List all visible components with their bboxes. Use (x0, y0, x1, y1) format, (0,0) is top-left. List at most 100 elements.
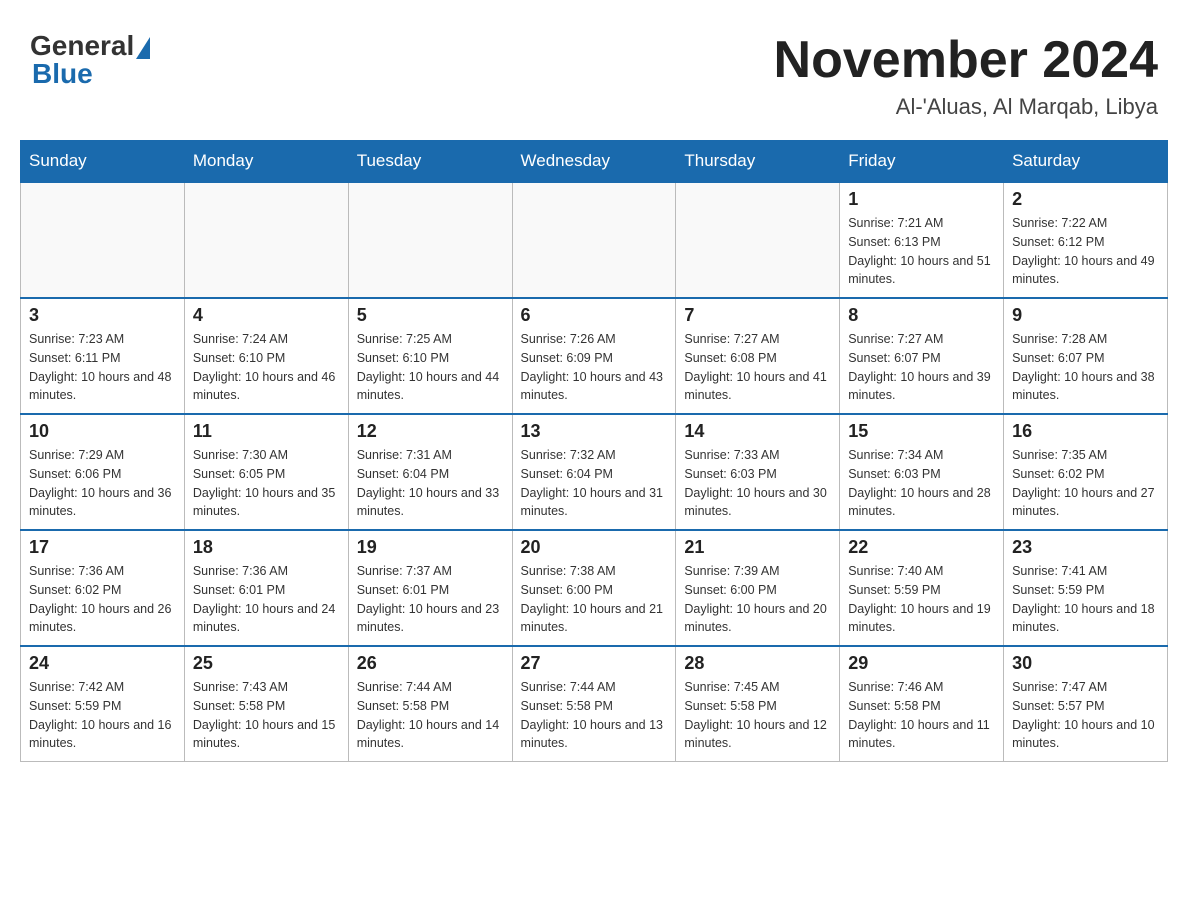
day-info: Sunrise: 7:27 AM Sunset: 6:07 PM Dayligh… (848, 330, 995, 405)
day-number: 4 (193, 305, 340, 326)
calendar-cell: 26 Sunrise: 7:44 AM Sunset: 5:58 PM Dayli… (348, 646, 512, 762)
calendar-cell: 12 Sunrise: 7:31 AM Sunset: 6:04 PM Dayli… (348, 414, 512, 530)
weekday-header-row: SundayMondayTuesdayWednesdayThursdayFrid… (21, 141, 1168, 183)
week-row-1: 1Sunrise: 7:21 AM Sunset: 6:13 PM Daylig… (21, 182, 1168, 298)
day-number: 10 (29, 421, 176, 442)
day-number: 15 (848, 421, 995, 442)
logo-blue-text: Blue (32, 58, 93, 90)
day-number: 11 (193, 421, 340, 442)
day-number: 13 (521, 421, 668, 442)
month-title: November 2024 (774, 30, 1158, 90)
day-number: 14 (684, 421, 831, 442)
day-info: Sunrise: 7:44 AM Sunset: 5:58 PM Dayligh… (357, 678, 504, 753)
calendar-cell: 30 Sunrise: 7:47 AM Sunset: 5:57 PM Dayli… (1004, 646, 1168, 762)
day-info: Sunrise: 7:47 AM Sunset: 5:57 PM Dayligh… (1012, 678, 1159, 753)
calendar-cell: 6 Sunrise: 7:26 AM Sunset: 6:09 PM Daylig… (512, 298, 676, 414)
weekday-header-saturday: Saturday (1004, 141, 1168, 183)
day-info: Sunrise: 7:21 AM Sunset: 6:13 PM Dayligh… (848, 214, 995, 289)
calendar-table: SundayMondayTuesdayWednesdayThursdayFrid… (20, 140, 1168, 762)
calendar-cell: 16Sunrise: 7:35 AM Sunset: 6:02 PM Dayli… (1004, 414, 1168, 530)
title-block: November 2024 Al-'Aluas, Al Marqab, Liby… (774, 30, 1158, 120)
day-info: Sunrise: 7:36 AM Sunset: 6:01 PM Dayligh… (193, 562, 340, 637)
weekday-header-sunday: Sunday (21, 141, 185, 183)
calendar-cell: 18 Sunrise: 7:36 AM Sunset: 6:01 PM Dayli… (184, 530, 348, 646)
calendar-cell: 19 Sunrise: 7:37 AM Sunset: 6:01 PM Dayli… (348, 530, 512, 646)
calendar-cell: 8 Sunrise: 7:27 AM Sunset: 6:07 PM Daylig… (840, 298, 1004, 414)
day-number: 24 (29, 653, 176, 674)
calendar-cell (348, 182, 512, 298)
day-info: Sunrise: 7:36 AM Sunset: 6:02 PM Dayligh… (29, 562, 176, 637)
day-number: 30 (1012, 653, 1159, 674)
day-info: Sunrise: 7:31 AM Sunset: 6:04 PM Dayligh… (357, 446, 504, 521)
calendar-cell (676, 182, 840, 298)
day-info: Sunrise: 7:29 AM Sunset: 6:06 PM Dayligh… (29, 446, 176, 521)
day-info: Sunrise: 7:32 AM Sunset: 6:04 PM Dayligh… (521, 446, 668, 521)
day-number: 23 (1012, 537, 1159, 558)
page-header: General Blue November 2024 Al-'Aluas, Al… (20, 20, 1168, 120)
day-number: 5 (357, 305, 504, 326)
calendar-cell: 27 Sunrise: 7:44 AM Sunset: 5:58 PM Dayli… (512, 646, 676, 762)
calendar-cell: 13 Sunrise: 7:32 AM Sunset: 6:04 PM Dayli… (512, 414, 676, 530)
day-info: Sunrise: 7:23 AM Sunset: 6:11 PM Dayligh… (29, 330, 176, 405)
day-info: Sunrise: 7:34 AM Sunset: 6:03 PM Dayligh… (848, 446, 995, 521)
day-number: 18 (193, 537, 340, 558)
weekday-header-wednesday: Wednesday (512, 141, 676, 183)
day-number: 25 (193, 653, 340, 674)
day-info: Sunrise: 7:28 AM Sunset: 6:07 PM Dayligh… (1012, 330, 1159, 405)
calendar-cell: 11 Sunrise: 7:30 AM Sunset: 6:05 PM Dayli… (184, 414, 348, 530)
day-info: Sunrise: 7:22 AM Sunset: 6:12 PM Dayligh… (1012, 214, 1159, 289)
day-info: Sunrise: 7:40 AM Sunset: 5:59 PM Dayligh… (848, 562, 995, 637)
calendar-cell: 1Sunrise: 7:21 AM Sunset: 6:13 PM Daylig… (840, 182, 1004, 298)
day-info: Sunrise: 7:26 AM Sunset: 6:09 PM Dayligh… (521, 330, 668, 405)
day-info: Sunrise: 7:37 AM Sunset: 6:01 PM Dayligh… (357, 562, 504, 637)
day-number: 27 (521, 653, 668, 674)
day-info: Sunrise: 7:43 AM Sunset: 5:58 PM Dayligh… (193, 678, 340, 753)
week-row-4: 17Sunrise: 7:36 AM Sunset: 6:02 PM Dayli… (21, 530, 1168, 646)
day-info: Sunrise: 7:27 AM Sunset: 6:08 PM Dayligh… (684, 330, 831, 405)
calendar-cell: 5 Sunrise: 7:25 AM Sunset: 6:10 PM Daylig… (348, 298, 512, 414)
calendar-cell: 3 Sunrise: 7:23 AM Sunset: 6:11 PM Daylig… (21, 298, 185, 414)
calendar-cell: 23 Sunrise: 7:41 AM Sunset: 5:59 PM Dayli… (1004, 530, 1168, 646)
location-title: Al-'Aluas, Al Marqab, Libya (774, 94, 1158, 120)
week-row-3: 10 Sunrise: 7:29 AM Sunset: 6:06 PM Dayli… (21, 414, 1168, 530)
week-row-2: 3 Sunrise: 7:23 AM Sunset: 6:11 PM Daylig… (21, 298, 1168, 414)
day-info: Sunrise: 7:46 AM Sunset: 5:58 PM Dayligh… (848, 678, 995, 753)
logo: General Blue (30, 30, 150, 90)
day-number: 19 (357, 537, 504, 558)
week-row-5: 24 Sunrise: 7:42 AM Sunset: 5:59 PM Dayli… (21, 646, 1168, 762)
day-info: Sunrise: 7:39 AM Sunset: 6:00 PM Dayligh… (684, 562, 831, 637)
day-number: 22 (848, 537, 995, 558)
calendar-cell: 25 Sunrise: 7:43 AM Sunset: 5:58 PM Dayli… (184, 646, 348, 762)
weekday-header-tuesday: Tuesday (348, 141, 512, 183)
calendar-cell: 7 Sunrise: 7:27 AM Sunset: 6:08 PM Daylig… (676, 298, 840, 414)
day-info: Sunrise: 7:38 AM Sunset: 6:00 PM Dayligh… (521, 562, 668, 637)
calendar-cell: 4Sunrise: 7:24 AM Sunset: 6:10 PM Daylig… (184, 298, 348, 414)
calendar-cell: 24 Sunrise: 7:42 AM Sunset: 5:59 PM Dayli… (21, 646, 185, 762)
day-info: Sunrise: 7:45 AM Sunset: 5:58 PM Dayligh… (684, 678, 831, 753)
calendar-cell (184, 182, 348, 298)
day-number: 28 (684, 653, 831, 674)
day-info: Sunrise: 7:41 AM Sunset: 5:59 PM Dayligh… (1012, 562, 1159, 637)
day-number: 26 (357, 653, 504, 674)
day-info: Sunrise: 7:42 AM Sunset: 5:59 PM Dayligh… (29, 678, 176, 753)
calendar-cell: 10 Sunrise: 7:29 AM Sunset: 6:06 PM Dayli… (21, 414, 185, 530)
calendar-cell: 14Sunrise: 7:33 AM Sunset: 6:03 PM Dayli… (676, 414, 840, 530)
weekday-header-friday: Friday (840, 141, 1004, 183)
day-number: 9 (1012, 305, 1159, 326)
calendar-cell: 22 Sunrise: 7:40 AM Sunset: 5:59 PM Dayli… (840, 530, 1004, 646)
day-number: 8 (848, 305, 995, 326)
day-number: 12 (357, 421, 504, 442)
calendar-cell: 2Sunrise: 7:22 AM Sunset: 6:12 PM Daylig… (1004, 182, 1168, 298)
day-number: 6 (521, 305, 668, 326)
calendar-cell: 17Sunrise: 7:36 AM Sunset: 6:02 PM Dayli… (21, 530, 185, 646)
weekday-header-thursday: Thursday (676, 141, 840, 183)
calendar-cell: 20Sunrise: 7:38 AM Sunset: 6:00 PM Dayli… (512, 530, 676, 646)
day-info: Sunrise: 7:44 AM Sunset: 5:58 PM Dayligh… (521, 678, 668, 753)
day-number: 3 (29, 305, 176, 326)
day-info: Sunrise: 7:35 AM Sunset: 6:02 PM Dayligh… (1012, 446, 1159, 521)
calendar-cell (512, 182, 676, 298)
day-number: 7 (684, 305, 831, 326)
day-info: Sunrise: 7:30 AM Sunset: 6:05 PM Dayligh… (193, 446, 340, 521)
weekday-header-monday: Monday (184, 141, 348, 183)
day-info: Sunrise: 7:25 AM Sunset: 6:10 PM Dayligh… (357, 330, 504, 405)
